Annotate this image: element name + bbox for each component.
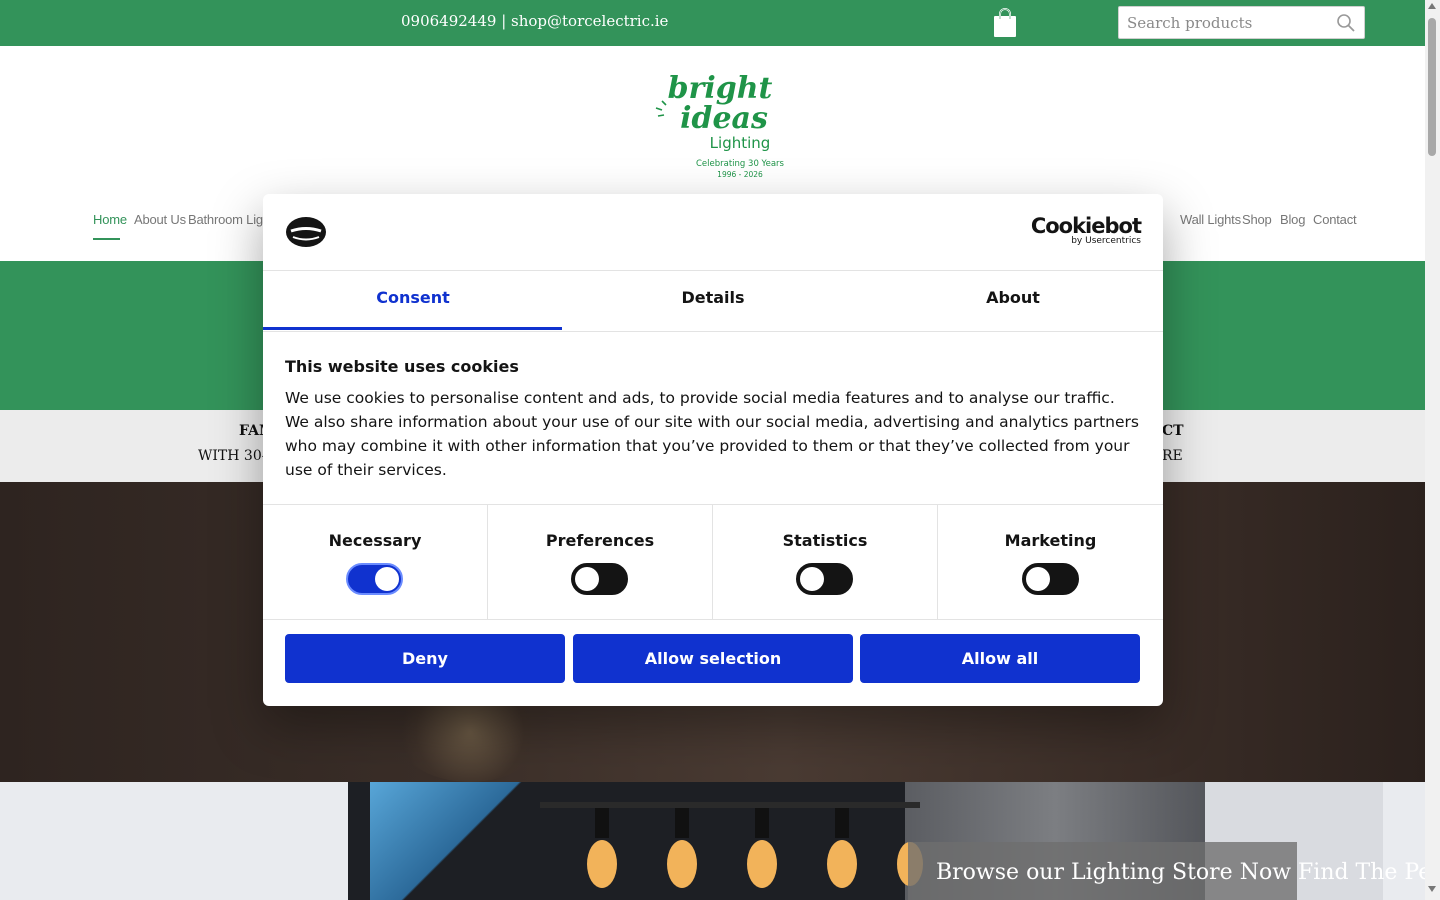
strip-left-subtext: WITH 30-: [198, 448, 267, 464]
nav-home[interactable]: Home: [93, 212, 127, 227]
cookie-logo-icon: [286, 217, 326, 247]
shopping-bag-icon[interactable]: [992, 8, 1018, 38]
cookie-dialog-text: We use cookies to personalise content an…: [285, 389, 1139, 479]
scroll-up-arrow-icon[interactable]: [1428, 3, 1436, 9]
cookiebot-brand[interactable]: Cookiebot by Usercentrics: [1030, 214, 1142, 246]
allow-all-button[interactable]: Allow all: [860, 634, 1140, 683]
strip-right-heading: CT: [1162, 423, 1184, 439]
browse-store-text: Browse our Lighting Store Now Find The P…: [936, 860, 1425, 885]
cookie-dialog-header: Cookiebot by Usercentrics: [263, 194, 1163, 271]
category-label: Necessary: [328, 531, 422, 550]
nav-about-us[interactable]: About Us: [134, 212, 186, 227]
category-label: Preferences: [545, 531, 655, 550]
category-statistics: Statistics: [713, 505, 938, 619]
cookie-dialog-title: This website uses cookies: [285, 357, 519, 376]
strip-right-subtext: RE: [1162, 448, 1183, 464]
page-scrollbar[interactable]: [1425, 0, 1440, 900]
tab-consent[interactable]: Consent: [263, 271, 563, 331]
category-label: Statistics: [782, 531, 868, 550]
browse-store-banner[interactable]: Browse our Lighting Store Now Find The P…: [908, 842, 1425, 900]
nav-active-indicator: [93, 238, 120, 240]
lighting-photo: Browse our Lighting Store Now Find The P…: [0, 782, 1425, 900]
search-icon[interactable]: [1336, 13, 1356, 33]
search-input[interactable]: [1119, 7, 1337, 38]
preferences-toggle[interactable]: [571, 563, 628, 595]
category-necessary: Necessary: [263, 505, 488, 619]
tab-about[interactable]: About: [863, 271, 1163, 331]
scroll-down-arrow-icon[interactable]: [1428, 886, 1436, 892]
nav-shop[interactable]: Shop: [1242, 212, 1272, 227]
statistics-toggle[interactable]: [796, 563, 853, 595]
category-label: Marketing: [1004, 531, 1097, 550]
top-bar: 0906492449 | shop@torcelectric.ie: [0, 0, 1425, 46]
allow-selection-button[interactable]: Allow selection: [573, 634, 853, 683]
logo-word-lighting: Lighting: [710, 134, 771, 152]
logo-tagline: Celebrating 30 Years: [696, 159, 785, 169]
search-box[interactable]: [1118, 6, 1365, 39]
logo-years: 1996 - 2026: [717, 170, 763, 179]
marketing-toggle[interactable]: [1022, 563, 1079, 595]
pendant-lights-image: [540, 802, 923, 888]
deny-button[interactable]: Deny: [285, 634, 565, 683]
nav-blog[interactable]: Blog: [1280, 212, 1305, 227]
category-marketing: Marketing: [938, 505, 1163, 619]
necessary-toggle[interactable]: [346, 563, 403, 595]
logo-word-ideas: ideas: [680, 101, 768, 136]
cookie-tabs: Consent Details About: [263, 271, 1163, 332]
site-logo[interactable]: bright ideas Lighting Celebrating 30 Yea…: [650, 68, 790, 186]
tab-active-indicator: [263, 327, 562, 330]
nav-wall-lights[interactable]: Wall Lights: [1180, 212, 1241, 227]
category-preferences: Preferences: [488, 505, 713, 619]
contact-info[interactable]: 0906492449 | shop@torcelectric.ie: [401, 12, 668, 30]
cookie-categories: Necessary Preferences Statistics Marketi…: [263, 504, 1163, 620]
nav-contact[interactable]: Contact: [1313, 212, 1357, 227]
scrollbar-thumb[interactable]: [1428, 18, 1436, 156]
cookiebot-brand-name: Cookiebot: [1030, 214, 1142, 238]
cookie-consent-dialog: Cookiebot by Usercentrics Consent Detail…: [263, 194, 1163, 706]
tab-details[interactable]: Details: [563, 271, 863, 331]
